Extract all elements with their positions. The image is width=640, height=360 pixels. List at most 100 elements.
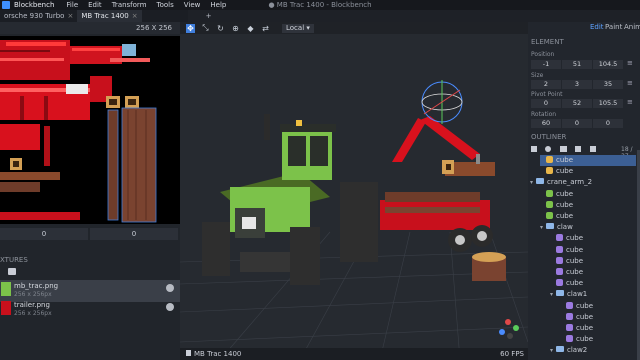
size-x-input[interactable]: 2: [531, 80, 561, 89]
position-menu-icon[interactable]: ≡: [627, 59, 633, 67]
uv-field-y[interactable]: 0: [90, 228, 178, 240]
new-tab-button[interactable]: +: [202, 10, 216, 22]
outliner-row-label: cube: [556, 156, 574, 164]
model-icon: [186, 350, 191, 356]
outliner-group-row[interactable]: ▾ claw: [540, 222, 636, 233]
texture-status-icon: [166, 284, 174, 292]
outliner-row-label: cube: [576, 312, 594, 321]
outliner-cube-row[interactable]: cube: [540, 189, 636, 200]
outliner-row-label: cube: [576, 301, 594, 310]
textures-header-label: XTURES: [0, 256, 28, 264]
pivot-menu-icon[interactable]: ≡: [627, 98, 633, 106]
vertex-snap-icon[interactable]: ◆: [246, 24, 255, 33]
size-y-input[interactable]: 3: [562, 80, 592, 89]
outliner-group-row[interactable]: ▾ claw1: [550, 289, 636, 300]
menu-file[interactable]: File: [66, 1, 78, 9]
project-name: MB Trac 1400: [194, 350, 242, 358]
folder-icon[interactable]: [560, 146, 567, 152]
tab-edit[interactable]: Edit: [590, 23, 604, 31]
outliner-row-label: cube: [556, 167, 574, 176]
pivot-x-input[interactable]: 0: [531, 99, 561, 108]
project-tab-bar: orsche 930 Turbo × MB Trac 1400 × +: [0, 10, 211, 22]
cube-icon: [546, 212, 553, 219]
outliner-cube-row[interactable]: cube: [540, 155, 636, 166]
uv-texture-map: [0, 36, 180, 224]
menu-help[interactable]: Help: [210, 1, 226, 9]
size-z-input[interactable]: 35: [593, 80, 623, 89]
cube-icon: [566, 335, 573, 343]
pivot-y-input[interactable]: 52: [562, 99, 592, 108]
outliner-cube-row[interactable]: cube: [560, 312, 636, 323]
transform-space-select[interactable]: Local ▾: [282, 23, 314, 33]
tab-porsche[interactable]: orsche 930 Turbo ×: [0, 10, 77, 22]
position-z-input[interactable]: 104.5: [593, 60, 623, 69]
position-x-input[interactable]: -1: [531, 60, 561, 69]
3d-viewport[interactable]: [180, 22, 528, 360]
rotation-y-input[interactable]: 0: [562, 119, 592, 128]
app-name: Blockbench: [14, 1, 55, 9]
outliner-group-row[interactable]: ▾ claw2: [550, 345, 636, 356]
menu-edit[interactable]: Edit: [88, 1, 102, 9]
import-texture-icon[interactable]: [8, 268, 16, 275]
close-icon[interactable]: ×: [132, 10, 138, 22]
outliner-row-label: claw2: [567, 346, 588, 355]
add-group-icon[interactable]: [545, 146, 551, 152]
outliner-row-label: claw: [557, 223, 573, 232]
menu-view[interactable]: View: [184, 1, 201, 9]
tab-paint[interactable]: Paint: [605, 23, 622, 31]
cube-icon: [556, 234, 563, 242]
pivot-z-input[interactable]: 105.5: [593, 99, 623, 108]
menu-transform[interactable]: Transform: [112, 1, 147, 9]
cube-icon: [556, 268, 563, 275]
outliner-cube-row[interactable]: cube: [540, 166, 636, 177]
outliner-row-label: cube: [556, 200, 574, 209]
rotate-tool-icon[interactable]: ↻: [216, 24, 225, 33]
uv-field-x[interactable]: 0: [0, 228, 88, 240]
outliner-cube-row[interactable]: cube: [540, 200, 636, 211]
outliner-cube-row[interactable]: cube: [540, 211, 636, 222]
visibility-icon[interactable]: [590, 146, 596, 152]
pivot-tool-icon[interactable]: ⊕: [231, 24, 240, 33]
uv-editor-canvas[interactable]: [0, 36, 180, 224]
add-cube-icon[interactable]: [531, 146, 537, 152]
mirror-tool-icon[interactable]: ⇄: [261, 24, 270, 33]
rotation-z-input[interactable]: 0: [593, 119, 623, 128]
tab-animate[interactable]: Anim: [624, 23, 640, 31]
menu-tools[interactable]: Tools: [157, 1, 174, 9]
tab-mb-trac[interactable]: MB Trac 1400 ×: [77, 10, 142, 22]
outliner-cube-row[interactable]: cube: [560, 301, 636, 312]
outliner-cube-row[interactable]: cube: [560, 334, 636, 345]
textures-panel-header: XTURES: [0, 256, 180, 266]
outliner-header: OUTLINER: [531, 133, 567, 141]
close-icon[interactable]: ×: [67, 10, 73, 22]
texture-item-trailer[interactable]: trailer.png 256 x 256px: [0, 299, 180, 321]
size-menu-icon[interactable]: ≡: [627, 79, 633, 87]
move-tool-icon[interactable]: ✥: [186, 23, 195, 33]
outliner-row-label: cube: [576, 324, 594, 332]
outliner-row-label: cube: [566, 268, 584, 276]
outliner-cube-row[interactable]: cube: [560, 323, 636, 334]
rotation-label: Rotation: [531, 111, 557, 118]
outliner-cube-row[interactable]: cube: [550, 256, 636, 267]
outliner-cube-row[interactable]: cube: [550, 267, 636, 278]
texture-thumbnail: [1, 301, 11, 315]
outliner-row-label: crane_arm_2: [547, 178, 593, 187]
cube-icon: [546, 200, 553, 208]
folder-icon: [556, 346, 564, 353]
outliner-cube-row[interactable]: cube: [550, 278, 636, 289]
resize-tool-icon[interactable]: ⤡: [201, 23, 210, 33]
rotation-x-input[interactable]: 60: [531, 119, 561, 128]
sort-icon[interactable]: [575, 146, 581, 152]
size-label: Size: [531, 72, 544, 79]
cube-icon: [546, 189, 553, 197]
folder-icon: [536, 178, 544, 185]
outliner-cube-row[interactable]: cube: [550, 233, 636, 244]
position-y-input[interactable]: 51: [562, 60, 592, 69]
position-label: Position: [531, 51, 555, 58]
texture-resolution: 256 x 256px: [14, 291, 52, 298]
outliner-row-label: cube: [566, 245, 584, 254]
outliner-cube-row[interactable]: cube: [550, 245, 636, 256]
outliner-group-row[interactable]: ▾ crane_arm_2: [530, 177, 636, 188]
viewport-status-bar: MB Trac 1400 60 FPS: [180, 348, 528, 360]
outliner-row-label: claw1: [567, 290, 588, 299]
